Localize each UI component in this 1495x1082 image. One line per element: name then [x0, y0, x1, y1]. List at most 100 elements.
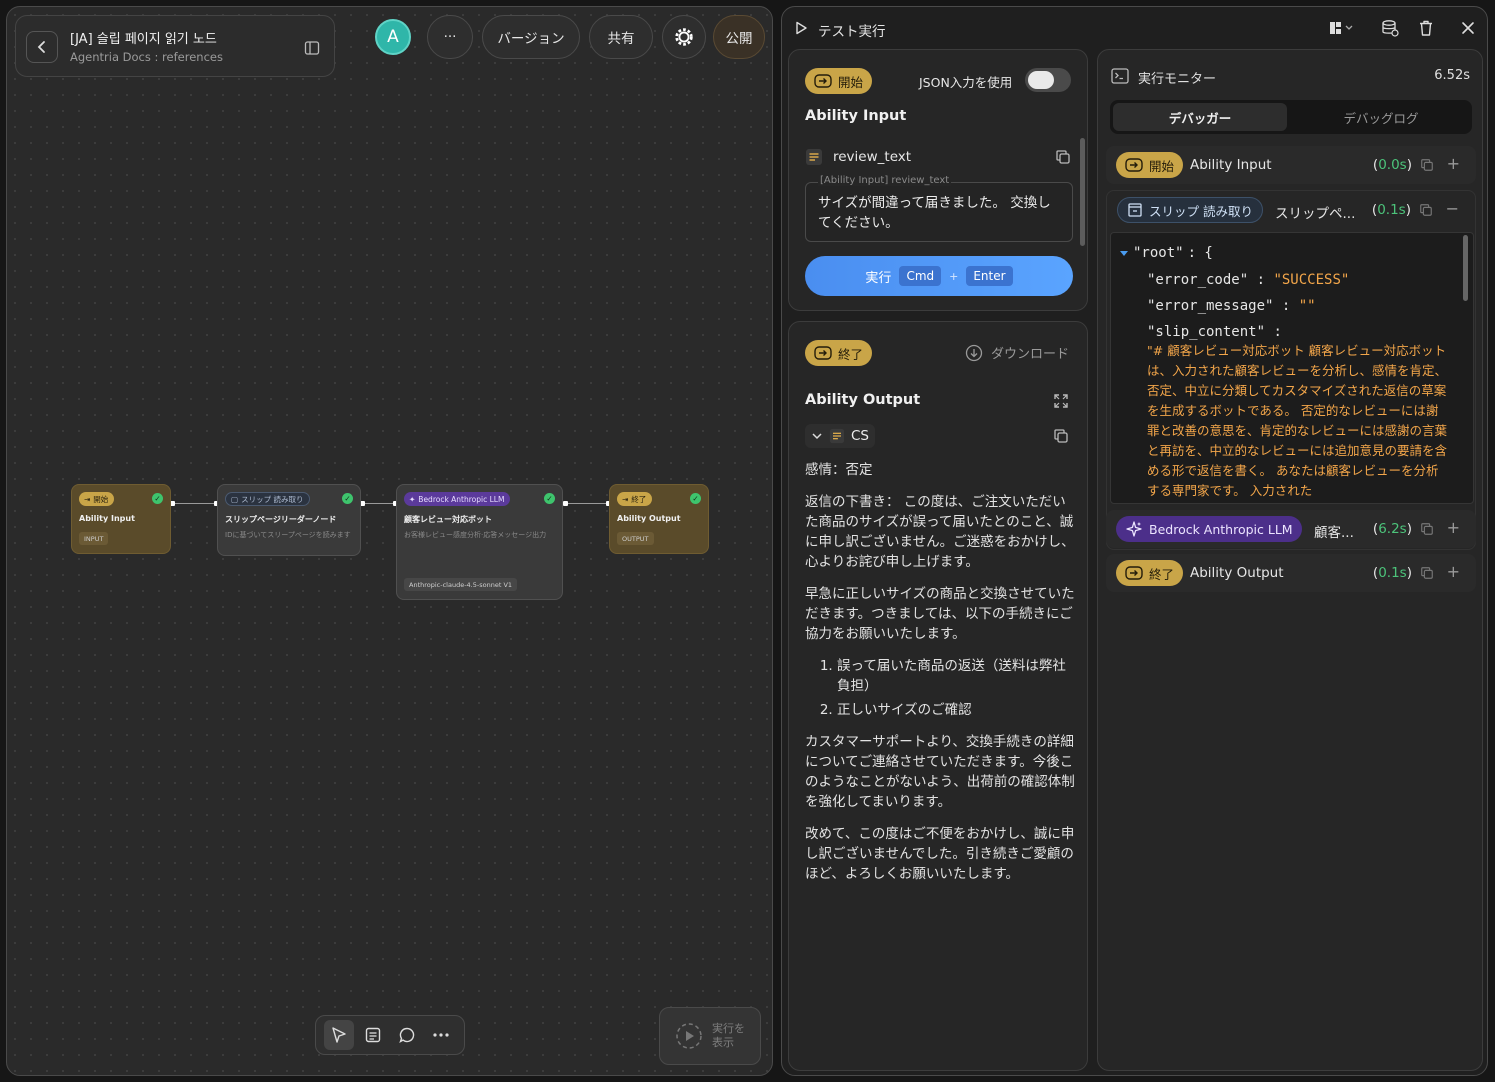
- play-icon: [796, 21, 807, 35]
- back-button[interactable]: [26, 31, 58, 63]
- output-text: 感情：否定 返信の下書き： この度は、ご注文いただいた商品のサイズが誤って届いた…: [805, 460, 1077, 896]
- more-button[interactable]: ···: [427, 15, 473, 59]
- tab-debugger[interactable]: デバッガー: [1113, 103, 1287, 131]
- close-icon[interactable]: [1458, 18, 1478, 38]
- json-viewer[interactable]: "root" : { "error_code" : "SUCCESS" "err…: [1110, 232, 1474, 504]
- cursor-icon: [332, 1027, 346, 1043]
- copy-icon[interactable]: [1420, 566, 1434, 580]
- ability-output-card: 終了 ダウンロード Ability Output CS 感情：否定 返信の下書き…: [788, 321, 1088, 1071]
- node-llm[interactable]: ✦ Bedrock Anthropic LLM ✓ 顧客レビュー対応ボット お客様…: [396, 484, 563, 600]
- user-avatar[interactable]: A: [375, 19, 411, 55]
- sparkle-icon: [1126, 521, 1142, 537]
- row-name: スリップペ...: [1275, 206, 1356, 222]
- share-button[interactable]: 共有: [589, 15, 653, 59]
- text-field-icon: [806, 149, 822, 165]
- check-icon: ✓: [342, 493, 353, 504]
- llm-badge: Bedrock Anthropic LLM: [1116, 516, 1302, 542]
- review-text-value[interactable]: サイズが間違って届きました。 交換してください。: [818, 193, 1060, 233]
- scrollbar[interactable]: [1080, 138, 1085, 246]
- node-tag: Anthropic-claude-4.5-sonnet V1: [404, 578, 518, 591]
- json-value: "SUCCESS": [1273, 272, 1350, 288]
- reply-paragraph: 改めて、この度はご不便をおかけし、誠に申し訳ございませんでした。引き続きご愛顧の…: [805, 826, 1075, 882]
- sidebar-toggle-icon[interactable]: [304, 40, 320, 60]
- expand-icon[interactable]: [1053, 393, 1069, 409]
- layout-toggle-icon[interactable]: [1327, 18, 1357, 38]
- chevron-down-icon: [812, 433, 822, 440]
- field-name: review_text: [833, 149, 912, 165]
- more-tools-button[interactable]: [426, 1020, 456, 1050]
- node-ability-input[interactable]: ⇥ 開始 ✓ Ability Input INPUT: [71, 484, 171, 554]
- collapse-row-button[interactable]: −: [1446, 199, 1459, 218]
- copy-icon[interactable]: [1420, 158, 1434, 172]
- monitor-tabs: デバッガー デバッグログ: [1110, 100, 1472, 134]
- document-title: [JA] 슬립 페이지 읽기 노드: [70, 32, 217, 47]
- settings-button[interactable]: [662, 15, 706, 59]
- end-badge: 終了: [1116, 560, 1184, 586]
- row-name: Ability Output: [1190, 565, 1284, 581]
- pointer-tool-button[interactable]: [324, 1020, 354, 1050]
- expand-row-button[interactable]: +: [1447, 518, 1460, 537]
- start-badge: 開始: [805, 68, 873, 94]
- execution-monitor: 実行モニター 6.52s デバッガー デバッグログ 開始 Ability Inp…: [1097, 49, 1483, 1071]
- show-run-button[interactable]: 実行を 表示: [659, 1007, 761, 1065]
- review-text-field[interactable]: [Ability Input] review_text サイズが間違って届きまし…: [805, 175, 1073, 242]
- node-slip-reader[interactable]: ▢ スリップ 読み取り ✓ スリップページリーダーノード IDに基づいてスリープペ…: [217, 484, 361, 556]
- kbd-plus: +: [949, 269, 959, 283]
- node-ability-output[interactable]: ⇥ 終了 ✓ Ability Output OUTPUT: [609, 484, 709, 554]
- edge-3: [564, 503, 608, 504]
- document-subtitle: Agentria Docs : references: [70, 50, 223, 64]
- note-tool-button[interactable]: [358, 1020, 388, 1050]
- triangle-down-icon[interactable]: [1119, 248, 1129, 258]
- expand-row-button[interactable]: +: [1447, 562, 1460, 581]
- copy-icon[interactable]: [1419, 203, 1433, 217]
- test-run-panel: テスト実行 開始 JSON入力を使用 Ability Input review_…: [781, 6, 1488, 1076]
- download-button[interactable]: ダウンロード: [965, 343, 1069, 362]
- show-run-label: 表示: [712, 1036, 734, 1049]
- database-icon[interactable]: [1380, 18, 1400, 38]
- expand-row-button[interactable]: +: [1447, 154, 1460, 173]
- monitor-row[interactable]: 終了 Ability Output (0.1s) +: [1106, 554, 1476, 592]
- cs-field-header[interactable]: CS: [805, 424, 875, 448]
- canvas-toolbar: [315, 1015, 465, 1055]
- version-button[interactable]: バージョン: [482, 15, 580, 59]
- enter-icon: [1125, 158, 1143, 172]
- download-icon: [965, 344, 983, 361]
- copy-icon[interactable]: [1420, 522, 1434, 536]
- emotion-line: 感情：否定: [805, 462, 873, 478]
- row-time: (0.1s): [1371, 202, 1411, 218]
- json-scrollbar[interactable]: [1463, 235, 1468, 301]
- monitor-row[interactable]: 開始 Ability Input (0.0s) +: [1106, 146, 1476, 184]
- trash-icon[interactable]: [1416, 18, 1436, 38]
- row-time: (0.1s): [1372, 565, 1412, 581]
- slip-badge: スリップ 読み取り: [1117, 197, 1263, 223]
- copy-icon[interactable]: [1055, 149, 1071, 165]
- copy-icon[interactable]: [1053, 428, 1069, 444]
- row-time: (0.0s): [1372, 157, 1412, 173]
- json-line: "error_message" : "": [1147, 298, 1316, 314]
- kbd-enter: Enter: [966, 266, 1013, 286]
- kbd-cmd: Cmd: [899, 266, 942, 286]
- row-name: 顧客...: [1314, 525, 1354, 541]
- list-item: 正しいサイズのご確認: [837, 700, 1077, 720]
- page-icon: [1128, 203, 1142, 217]
- output-port[interactable]: [563, 501, 568, 506]
- list-item: 誤って届いた商品の返送（送料は弊社負担）: [837, 656, 1077, 696]
- node-title: 顧客レビュー対応ボット: [404, 515, 492, 524]
- json-line: "slip_content" :: [1147, 324, 1282, 340]
- monitor-row[interactable]: Bedrock Anthropic LLM 顧客... (6.2s) +: [1106, 510, 1476, 548]
- ability-input-card: 開始 JSON入力を使用 Ability Input review_text […: [788, 49, 1088, 311]
- run-button[interactable]: 実行 Cmd + Enter: [805, 256, 1073, 296]
- json-line: "error_code" : "SUCCESS": [1147, 272, 1350, 288]
- edge-2: [361, 503, 395, 504]
- publish-button[interactable]: 公開: [713, 15, 765, 59]
- tab-debug-log[interactable]: デバッグログ: [1294, 103, 1468, 131]
- json-value-slip-content: "# 顧客レビュー対応ボット 顧客レビュー対応ボットは、入力された顧客レビューを…: [1147, 343, 1448, 498]
- terminal-icon: [1111, 68, 1129, 84]
- json-input-toggle[interactable]: [1025, 68, 1071, 92]
- field-legend: [Ability Input] review_text: [818, 175, 952, 186]
- comment-tool-button[interactable]: [392, 1020, 422, 1050]
- steps-list: 誤って届いた商品の返送（送料は弊社負担） 正しいサイズのご確認: [805, 656, 1077, 720]
- more-icon: [433, 1033, 449, 1037]
- node-description: お客様レビュー感度分析·応答メッセージ出力: [404, 531, 547, 539]
- workflow-canvas[interactable]: [JA] 슬립 페이지 읽기 노드 Agentria Docs : refere…: [6, 6, 773, 1076]
